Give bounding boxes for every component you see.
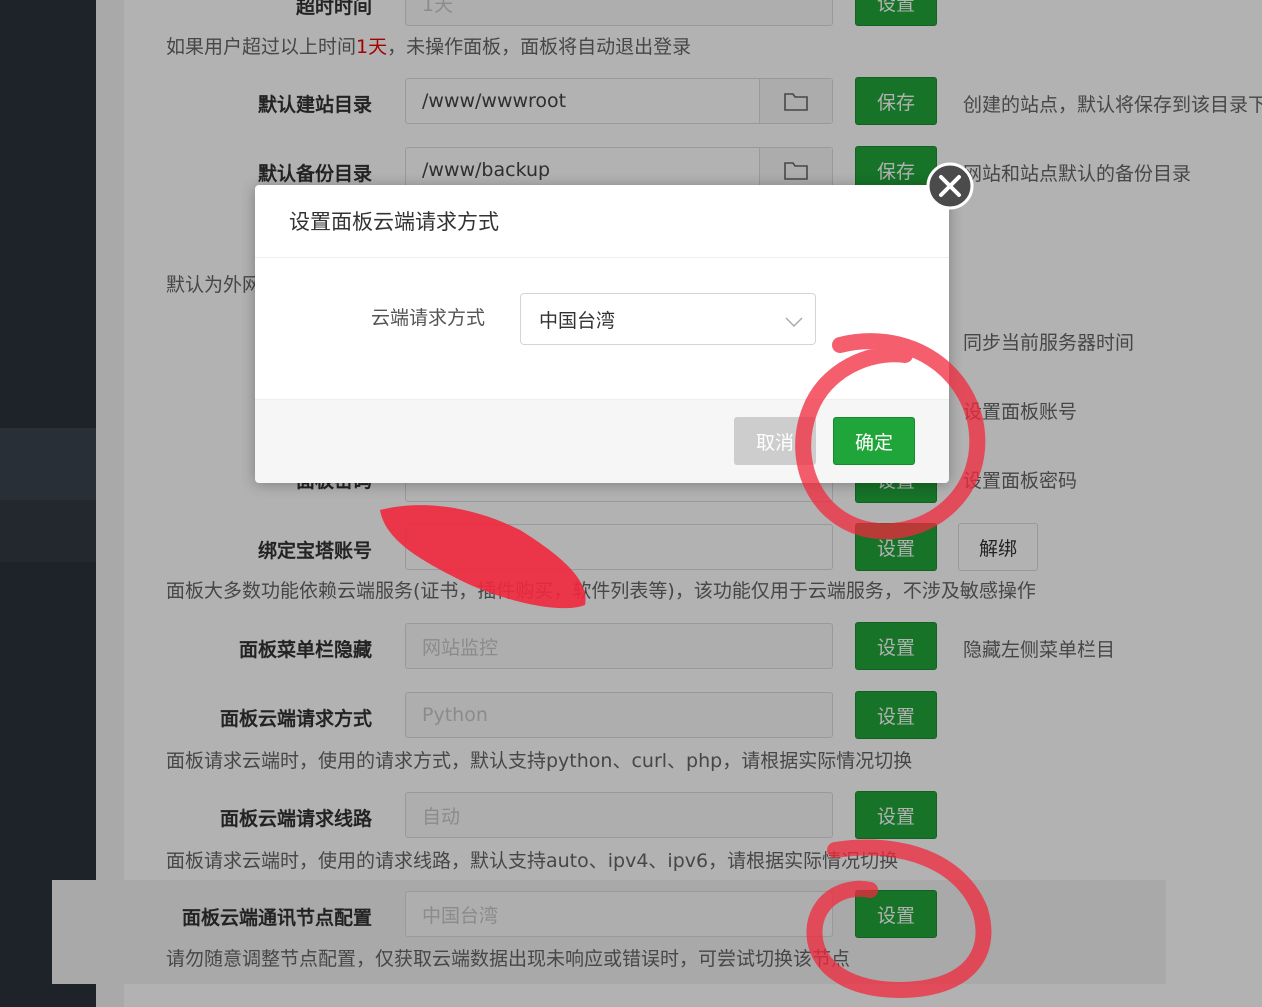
cancel-button[interactable]: 取消 <box>734 417 816 465</box>
cloud-request-select[interactable]: 中国台湾 <box>520 293 816 345</box>
modal-overlay <box>0 0 1262 1007</box>
chevron-down-icon <box>785 311 803 333</box>
cloud-request-dialog: 设置面板云端请求方式 云端请求方式 中国台湾 取消 确定 <box>255 185 949 483</box>
dialog-field-label: 云端请求方式 <box>370 307 485 329</box>
select-value: 中国台湾 <box>539 309 616 332</box>
confirm-button[interactable]: 确定 <box>833 417 915 465</box>
dialog-title: 设置面板云端请求方式 <box>255 185 949 258</box>
close-icon[interactable] <box>925 161 975 211</box>
